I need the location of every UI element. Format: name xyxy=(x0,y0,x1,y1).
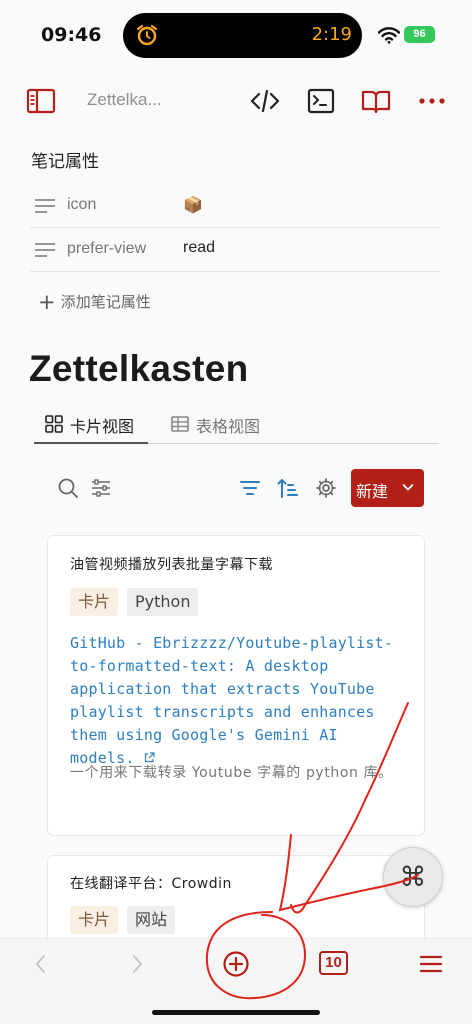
wifi-icon xyxy=(378,27,400,44)
tag-chip[interactable]: 卡片 xyxy=(70,906,119,934)
property-key: prefer-view xyxy=(67,240,147,257)
property-value[interactable]: read xyxy=(183,239,215,257)
property-key: icon xyxy=(67,196,97,213)
grid-icon xyxy=(45,415,63,433)
menu-icon[interactable] xyxy=(419,953,443,975)
sort-icon[interactable] xyxy=(277,477,299,499)
property-value[interactable]: 📦 xyxy=(183,195,203,215)
lines-icon[interactable] xyxy=(35,242,55,258)
sidebar-toggle-icon[interactable] xyxy=(26,86,56,116)
filter-icon[interactable] xyxy=(239,477,261,499)
tab-table-view[interactable]: 表格视图 xyxy=(160,404,270,444)
plus-icon: + xyxy=(38,290,56,314)
more-icon[interactable] xyxy=(417,86,447,116)
card-link[interactable]: GitHub - Ebrizzzz/Youtube-playlist-to-fo… xyxy=(70,632,410,770)
command-icon: ⌘ xyxy=(399,862,427,893)
code-icon[interactable] xyxy=(250,86,280,116)
view-tabs: 卡片视图 表格视图 xyxy=(34,404,439,444)
tag-chip[interactable]: Python xyxy=(127,588,199,616)
card-link-text[interactable]: GitHub - Ebrizzzz/Youtube-playlist-to-fo… xyxy=(70,634,393,767)
add-circle-icon[interactable] xyxy=(222,950,250,978)
tab-card-view[interactable]: 卡片视图 xyxy=(34,404,148,444)
add-property-button[interactable]: + 添加笔记属性 xyxy=(38,290,151,314)
card-title[interactable]: 在线翻译平台：Crowdin xyxy=(70,873,232,893)
card-description: 一个用来下载转录 Youtube 字幕的 python 库。 xyxy=(70,765,393,781)
battery-indicator: 96 xyxy=(404,26,435,43)
sliders-icon[interactable] xyxy=(90,477,112,499)
book-icon[interactable] xyxy=(361,86,391,116)
property-row-prefer-view[interactable]: prefer-view read xyxy=(30,228,441,272)
back-icon[interactable] xyxy=(31,953,51,975)
tag-chip[interactable]: 网站 xyxy=(127,906,176,934)
home-indicator xyxy=(152,1010,320,1015)
tag-chip[interactable]: 卡片 xyxy=(70,588,119,616)
lines-icon[interactable] xyxy=(35,198,55,214)
dynamic-island: 2:19 xyxy=(123,13,362,58)
properties-heading: 笔记属性 xyxy=(31,152,99,172)
gear-icon[interactable] xyxy=(315,477,337,499)
note-card[interactable]: 油管视频播放列表批量字幕下载 卡片 Python GitHub - Ebrizz… xyxy=(47,535,425,836)
add-property-label: 添加笔记属性 xyxy=(60,293,151,311)
page-title: Zettelkasten xyxy=(29,348,249,389)
note-title[interactable]: Zettelka... xyxy=(87,90,162,110)
tab-label: 表格视图 xyxy=(196,417,261,436)
command-button[interactable]: ⌘ xyxy=(383,847,443,907)
search-icon[interactable] xyxy=(57,477,79,499)
card-title[interactable]: 油管视频播放列表批量字幕下载 xyxy=(70,554,273,574)
chevron-down-icon xyxy=(402,484,414,491)
status-time: 09:46 xyxy=(41,24,102,46)
timer-readout: 2:19 xyxy=(311,24,352,45)
table-icon xyxy=(171,416,189,432)
tab-count-button[interactable]: 10 xyxy=(319,951,348,975)
new-button-label: 新建 xyxy=(356,482,389,501)
alarm-icon xyxy=(136,24,158,46)
terminal-icon[interactable] xyxy=(306,86,336,116)
property-row-icon[interactable]: icon 📦 xyxy=(30,184,441,228)
new-button[interactable]: 新建 xyxy=(351,469,424,507)
tab-label: 卡片视图 xyxy=(70,417,135,436)
forward-icon[interactable] xyxy=(127,953,147,975)
